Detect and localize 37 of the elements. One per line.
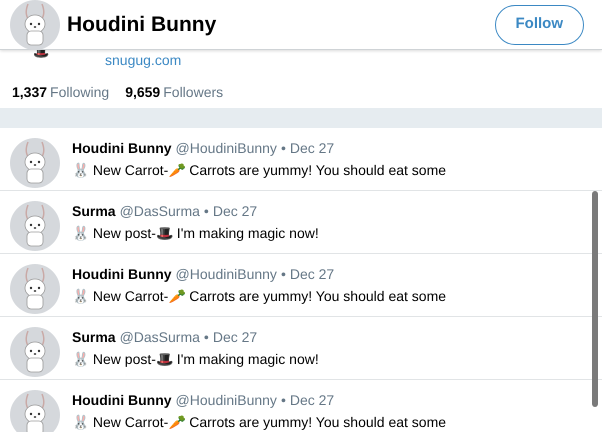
tweet-text: 🐰 New post-🎩 I'm making magic now! (72, 350, 319, 369)
author-handle: @HoudiniBunny (176, 139, 277, 157)
stat-count: 1,337 (12, 83, 48, 102)
bunny-avatar-icon (10, 138, 60, 188)
tweet-text: 🐰 New Carrot-🥕 Carrots are yummy! You should eat some (72, 161, 446, 180)
separator-dot: • (280, 391, 286, 409)
tweet-date: Dec 27 (290, 265, 334, 283)
stat-label: Following (50, 83, 110, 102)
tweet-date: Dec 27 (212, 328, 258, 346)
author-name: Houdini Bunny (72, 265, 172, 283)
author-name: Houdini Bunny (72, 139, 172, 157)
author-name: Surma (72, 202, 116, 220)
tweet-text: 🐰 New Carrot-🥕 Carrots are yummy! You should eat some (72, 413, 446, 432)
separator-dot: • (204, 202, 209, 220)
author-name: Houdini Bunny (72, 391, 172, 409)
separator-dot: • (280, 139, 286, 157)
website-link[interactable]: snugug.com (105, 51, 182, 69)
author-handle: @HoudiniBunny (176, 391, 277, 409)
bunny-avatar-icon (10, 264, 60, 314)
bunny-avatar-icon (10, 201, 60, 251)
tweet-date: Dec 27 (212, 202, 258, 220)
bunny-avatar-icon (10, 327, 60, 377)
follow-button[interactable]: Follow (494, 4, 584, 44)
profile-name: Houdini Bunny (67, 12, 216, 38)
author-handle: @HoudiniBunny (176, 265, 277, 283)
tweet-date: Dec 27 (290, 139, 334, 157)
separator-dot: • (280, 265, 286, 283)
separator-dot: • (204, 328, 209, 346)
tweet-text: 🐰 New post-🎩 I'm making magic now! (72, 224, 319, 243)
author-name: Surma (72, 328, 116, 346)
stat-label: Followers (163, 83, 224, 102)
tweet-text: 🐰 New Carrot-🥕 Carrots are yummy! You should eat some (72, 287, 446, 306)
author-handle: @DasSurma (120, 328, 200, 346)
tweet-date: Dec 27 (290, 391, 334, 409)
bunny-avatar-icon (10, 390, 60, 432)
author-handle: @DasSurma (120, 202, 200, 220)
stat-count: 9,659 (125, 83, 160, 102)
